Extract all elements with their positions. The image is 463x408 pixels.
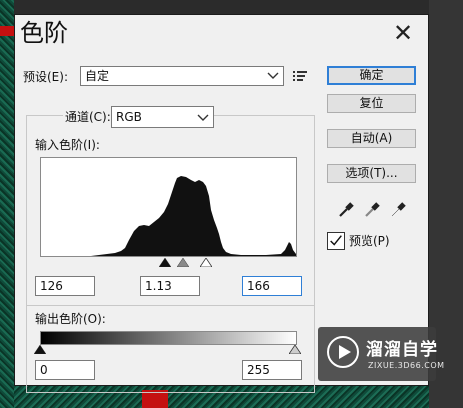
output-gradient-bar xyxy=(40,331,297,345)
canvas-red-mark xyxy=(0,26,14,36)
preview-label: 预览(P) xyxy=(349,234,390,248)
output-white-field[interactable]: 255 xyxy=(242,360,302,380)
output-white-slider[interactable] xyxy=(289,345,301,354)
channel-select[interactable]: RGB xyxy=(111,106,214,128)
close-icon[interactable]: ✕ xyxy=(392,21,414,45)
input-white-slider[interactable] xyxy=(200,258,212,267)
white-eyedropper-icon[interactable] xyxy=(389,201,407,219)
channel-label: 通道(C): xyxy=(63,109,113,125)
group-separator xyxy=(27,305,315,306)
chevron-down-icon xyxy=(197,114,209,121)
output-black-field[interactable]: 0 xyxy=(35,360,95,380)
watermark: 溜溜自学 ZIXUE.3D66.COM xyxy=(318,327,444,381)
channel-value: RGB xyxy=(116,110,142,124)
preview-checkbox[interactable] xyxy=(327,232,345,250)
preset-label: 预设(E): xyxy=(23,70,68,84)
gray-eyedropper-icon[interactable] xyxy=(363,201,381,219)
reset-button[interactable]: 复位 xyxy=(327,94,416,113)
list-menu-icon[interactable] xyxy=(293,70,307,82)
input-black-slider[interactable] xyxy=(159,258,171,267)
black-eyedropper-icon[interactable] xyxy=(337,201,355,219)
preset-value: 自定 xyxy=(85,69,110,83)
options-button[interactable]: 选项(T)... xyxy=(327,164,416,183)
watermark-name: 溜溜自学 xyxy=(366,340,438,360)
chevron-down-icon xyxy=(267,72,279,79)
input-white-field[interactable]: 166 xyxy=(242,276,302,296)
ok-button[interactable]: 确定 xyxy=(327,66,416,85)
play-logo-icon xyxy=(327,336,359,368)
dialog-title: 色阶 xyxy=(20,19,68,47)
histogram xyxy=(40,157,297,257)
input-gamma-slider[interactable] xyxy=(177,258,189,267)
histogram-shape xyxy=(41,176,296,256)
histogram-plot xyxy=(41,176,296,256)
preset-select[interactable]: 自定 xyxy=(80,66,284,86)
auto-button[interactable]: 自动(A) xyxy=(327,129,416,148)
checkmark-icon xyxy=(330,235,342,246)
input-black-field[interactable]: 126 xyxy=(35,276,95,296)
output-black-slider[interactable] xyxy=(34,345,46,354)
watermark-url: ZIXUE.3D66.COM xyxy=(368,361,445,370)
input-levels-label: 输入色阶(I): xyxy=(35,138,100,152)
output-levels-label: 输出色阶(O): xyxy=(35,312,106,326)
input-gamma-field[interactable]: 1.13 xyxy=(140,276,200,296)
canvas-background-left xyxy=(0,0,14,408)
